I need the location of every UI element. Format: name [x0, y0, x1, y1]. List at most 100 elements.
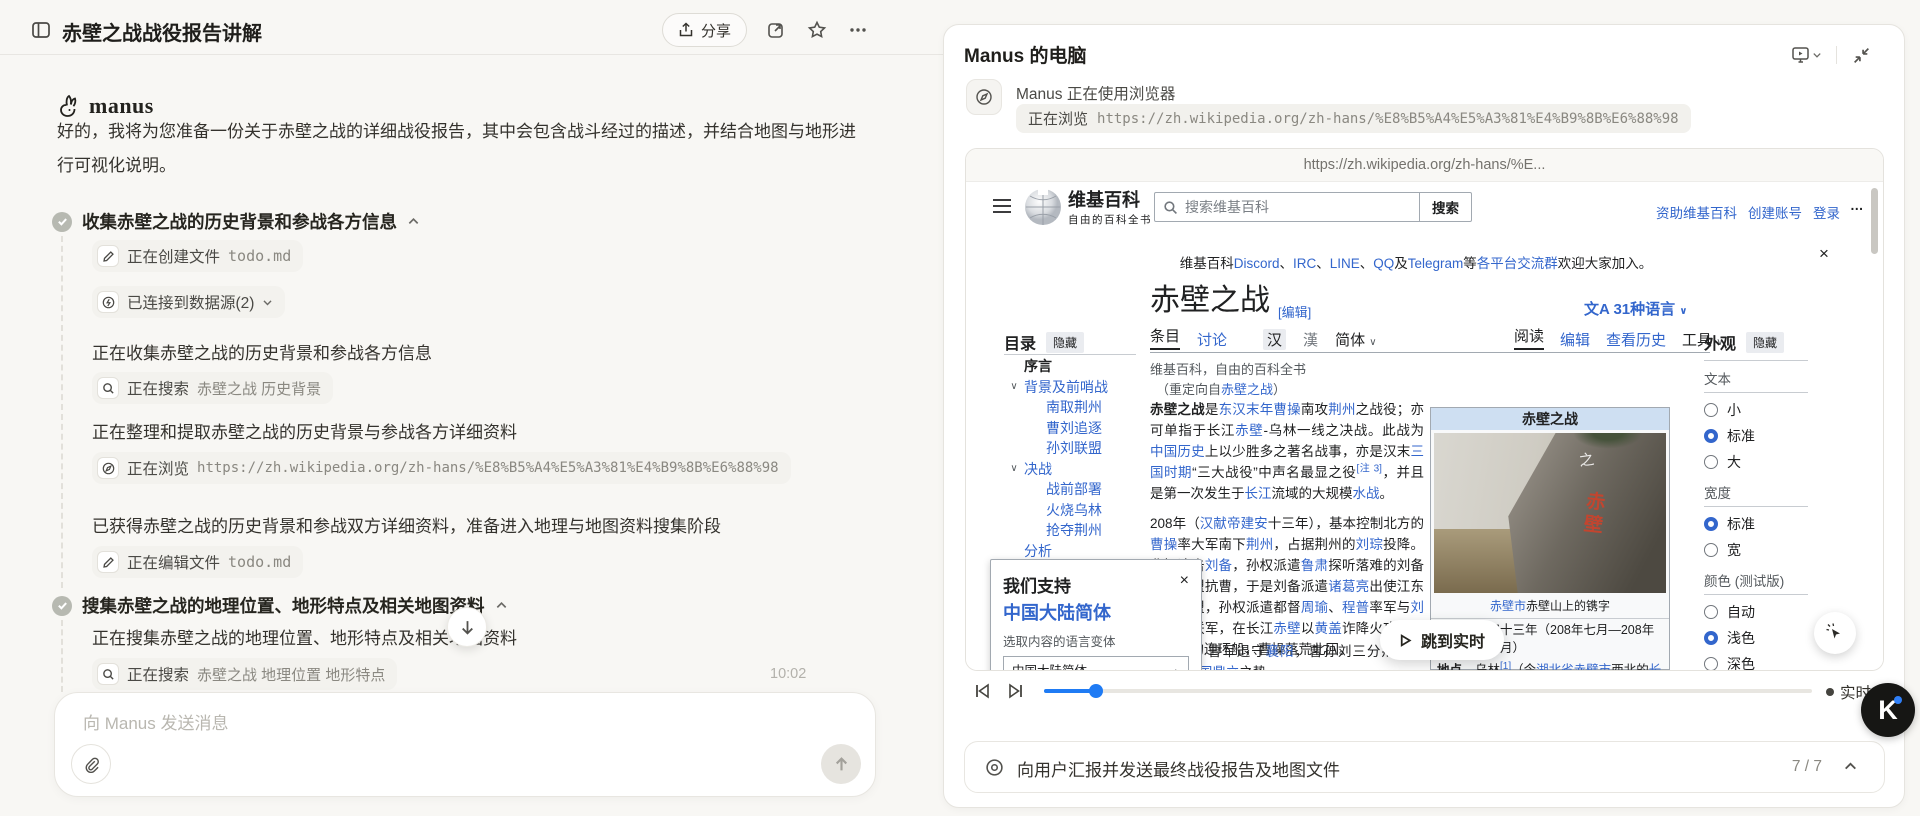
radio-icon[interactable]: [1704, 403, 1718, 417]
wiki-more-menu[interactable]: …: [1850, 198, 1865, 213]
browsing-chip[interactable]: 正在浏览 https://zh.wikipedia.org/zh-hans/%E…: [1016, 104, 1691, 133]
tab-article[interactable]: 条目: [1150, 325, 1181, 350]
display-mode-button[interactable]: [1784, 38, 1828, 72]
collapse-panel-icon[interactable]: [1844, 38, 1878, 72]
open-in-new-icon[interactable]: [759, 13, 793, 47]
step-chip-search-geo[interactable]: 正在搜索 赤壁之战 地理位置 地形特点: [92, 658, 398, 690]
chevron-up-icon[interactable]: [1843, 759, 1858, 779]
radio-icon[interactable]: [1704, 605, 1718, 619]
playback-slider[interactable]: [1044, 684, 1812, 698]
attach-file-button[interactable]: [71, 744, 111, 784]
wikipedia-wordmark[interactable]: 维基百科: [1068, 191, 1140, 209]
step-chip-create-file[interactable]: 正在创建文件 todo.md: [92, 240, 304, 272]
step-action: 正在创建文件: [127, 249, 221, 266]
task-title: 搜集赤壁之战的地理位置、地形特点及相关地图资料: [82, 596, 485, 616]
scroll-to-bottom-button[interactable]: [447, 607, 487, 647]
send-button[interactable]: [821, 744, 861, 784]
toc-item[interactable]: 曹刘追逐: [1004, 418, 1108, 439]
language-selector[interactable]: 文A 31种语言 ∨: [1584, 298, 1687, 319]
toc-expand-icon[interactable]: ∨: [1004, 381, 1024, 392]
variant-selector[interactable]: 简体 ∨: [1335, 329, 1377, 350]
wiki-search-box[interactable]: 搜索维基百科 搜索: [1154, 192, 1472, 222]
toc-item[interactable]: 序言: [1004, 356, 1108, 377]
tab-edit[interactable]: 编辑: [1560, 329, 1590, 350]
chevron-up-icon[interactable]: [495, 599, 508, 612]
toc-item[interactable]: 分析: [1004, 541, 1108, 562]
notice-close-icon[interactable]: ×: [1819, 244, 1829, 264]
task-section-2[interactable]: 搜集赤壁之战的地理位置、地形特点及相关地图资料: [52, 593, 508, 618]
wikipedia-logo[interactable]: [1022, 185, 1064, 230]
wiki-notice: 维基百科Discord、IRC、LINE、QQ及Telegram等各平台交流群欢…: [1179, 256, 1653, 271]
toc-item[interactable]: 火烧乌林: [1004, 500, 1108, 521]
radio-icon[interactable]: [1704, 517, 1718, 531]
task-section-1[interactable]: 收集赤壁之战的历史背景和参战各方信息: [52, 209, 420, 234]
radio-icon[interactable]: [1704, 429, 1718, 443]
task-complete-icon: [52, 211, 72, 232]
playback-slider-handle[interactable]: [1089, 684, 1103, 698]
appearance-panel: 外观 隐藏 文本小标准大宽度 标准宽颜色 (测试版) 自动 浅色 深色: [1704, 330, 1808, 670]
wiki-nav-link[interactable]: 资助维基百科: [1656, 202, 1737, 222]
tab-history[interactable]: 查看历史: [1606, 329, 1666, 350]
toc-item[interactable]: ∨ 背景及前哨战: [1004, 377, 1108, 398]
step-query: 赤壁之战 历史背景: [197, 380, 322, 398]
more-menu-icon[interactable]: [841, 13, 875, 47]
appearance-option[interactable]: 浅色: [1704, 625, 1808, 651]
hamburger-menu-icon[interactable]: [992, 198, 1012, 217]
browser-scrollbar-thumb[interactable]: [1871, 188, 1878, 254]
browsing-action: 正在浏览: [1028, 111, 1089, 128]
step-chip-datasource[interactable]: 已连接到数据源(2): [92, 286, 286, 318]
step-chip-search-history[interactable]: 正在搜索 赤壁之战 历史背景: [92, 372, 334, 404]
page-title: 赤壁之战战役报告讲解: [62, 23, 262, 45]
article-edit-link[interactable]: [编辑]: [1278, 302, 1311, 321]
browser-address-bar[interactable]: https://zh.wikipedia.org/zh-hans/%E...: [966, 149, 1883, 182]
appearance-option[interactable]: 自动: [1704, 599, 1808, 625]
sidebar-toggle-icon[interactable]: [24, 13, 58, 47]
infobox-image[interactable]: 之 赤壁: [1434, 433, 1666, 593]
radio-icon[interactable]: [1704, 631, 1718, 645]
star-icon[interactable]: [800, 13, 834, 47]
popup-variant: 中国大陆简体: [1003, 603, 1111, 623]
article-paragraph: 赤壁之战是东汉末年曹操南攻荆州之战役；亦可单指于长江赤壁-乌林一线之决战。此战为…: [1150, 402, 1425, 501]
appearance-option[interactable]: 标准: [1704, 511, 1808, 537]
share-button[interactable]: 分享: [662, 13, 748, 47]
chevron-up-icon[interactable]: [407, 215, 420, 228]
toc-item[interactable]: 南取荆州: [1004, 397, 1108, 418]
wiki-nav-link[interactable]: 登录: [1813, 202, 1840, 222]
radio-icon[interactable]: [1704, 543, 1718, 557]
variant-hans[interactable]: 汉: [1263, 329, 1287, 350]
toc-expand-icon[interactable]: ∨: [1004, 463, 1024, 474]
task-connector-line: [61, 236, 63, 588]
floating-widget-badge[interactable]: K: [1861, 683, 1915, 737]
appearance-option[interactable]: 小: [1704, 397, 1808, 423]
toc-item[interactable]: ∨ 决战: [1004, 459, 1108, 480]
step-chip-browse[interactable]: 正在浏览 https://zh.wikipedia.org/zh-hans/%E…: [92, 452, 791, 484]
appearance-option[interactable]: 深色: [1704, 651, 1808, 670]
step-action: 正在搜索: [127, 667, 190, 684]
toc-item[interactable]: 战前部署: [1004, 479, 1108, 500]
jump-to-live-button[interactable]: 跳到实时: [1380, 620, 1504, 660]
browser-viewport: 维基百科 自由的百科全书 搜索维基百科 搜索 资助维基百科 创建账号 登录 … 维基…: [966, 182, 1883, 670]
appearance-option[interactable]: 宽: [1704, 537, 1808, 563]
toc-hide-button[interactable]: 隐藏: [1046, 331, 1085, 353]
appearance-hide-button[interactable]: 隐藏: [1746, 331, 1785, 353]
toc-item[interactable]: 抢夺荆州: [1004, 520, 1108, 541]
header-divider: [0, 54, 943, 55]
appearance-option[interactable]: 标准: [1704, 423, 1808, 449]
appearance-option[interactable]: 大: [1704, 449, 1808, 475]
radio-icon[interactable]: [1704, 657, 1718, 670]
radio-icon[interactable]: [1704, 455, 1718, 469]
tab-talk[interactable]: 讨论: [1197, 329, 1227, 350]
variant-hant[interactable]: 漢: [1303, 329, 1318, 350]
wiki-nav-link[interactable]: 创建账号: [1748, 202, 1802, 222]
tab-read[interactable]: 阅读: [1514, 325, 1545, 350]
toc-item[interactable]: 孙刘联盟: [1004, 438, 1108, 459]
popup-variant-option[interactable]: 中国大陆简体 →: [1003, 656, 1189, 670]
wiki-search-button[interactable]: 搜索: [1419, 193, 1471, 221]
message-input[interactable]: [81, 707, 681, 747]
step-chip-edit-file[interactable]: 正在编辑文件 todo.md: [92, 546, 304, 578]
skip-to-start-button[interactable]: [968, 677, 996, 705]
skip-to-end-button[interactable]: [1002, 677, 1030, 705]
step-query: 赤壁之战 地理位置 地形特点: [197, 666, 386, 684]
current-task-bar[interactable]: 向用户汇报并发送最终战役报告及地图文件 7 / 7: [964, 741, 1885, 793]
popup-close-icon[interactable]: ×: [1180, 572, 1189, 597]
